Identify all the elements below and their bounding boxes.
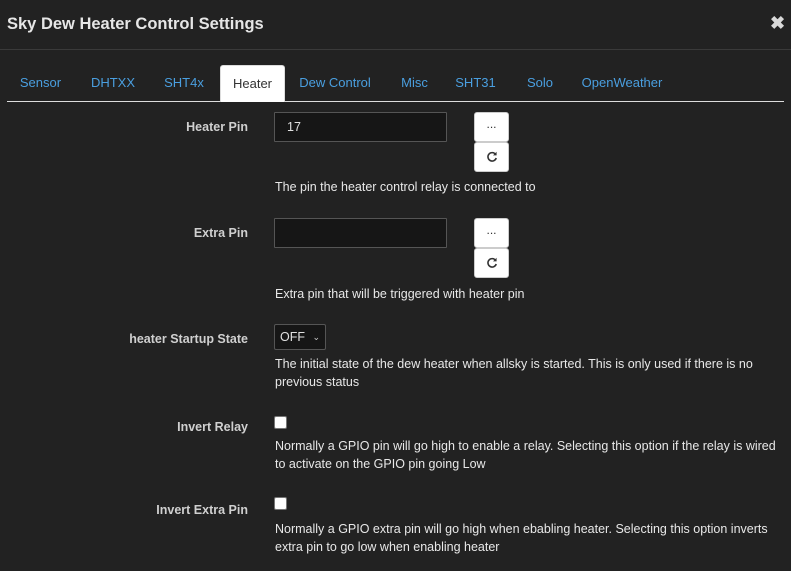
tab-sht31[interactable]: SHT31	[447, 65, 504, 101]
startup-state-value: OFF	[280, 330, 305, 344]
extra-pin-input[interactable]	[274, 218, 447, 248]
startup-state-help-line: previous status	[275, 375, 360, 389]
heater-pin-help: The pin the heater control relay is conn…	[275, 180, 536, 194]
ellipsis-icon: ...	[486, 223, 497, 237]
settings-dialog: Sky Dew Heater Control Settings ✖ Sensor…	[0, 0, 791, 571]
tab-misc[interactable]: Misc	[387, 65, 442, 101]
extra-pin-reset-button[interactable]	[474, 248, 509, 278]
heater-pin-input[interactable]	[274, 112, 447, 142]
invert-extra-pin-label: Invert Extra Pin	[156, 503, 248, 517]
heater-pin-browse-button[interactable]: ...	[474, 112, 509, 142]
extra-pin-browse-button[interactable]: ...	[474, 218, 509, 248]
startup-state-help: The initial state of the dew heater when…	[275, 355, 753, 391]
close-icon[interactable]: ✖	[770, 13, 785, 33]
invert-relay-label: Invert Relay	[177, 420, 248, 434]
invert-extra-pin-help-line: Normally a GPIO extra pin will go high w…	[275, 522, 768, 536]
tab-openweather[interactable]: OpenWeather	[572, 65, 672, 101]
extra-pin-help: Extra pin that will be triggered with he…	[275, 287, 525, 301]
dialog-title: Sky Dew Heater Control Settings	[7, 15, 264, 33]
invert-relay-help: Normally a GPIO pin will go high to enab…	[275, 437, 776, 473]
tab-solo[interactable]: Solo	[515, 65, 565, 101]
startup-state-help-line: The initial state of the dew heater when…	[275, 357, 753, 371]
tab-heater[interactable]: Heater	[220, 65, 285, 102]
dialog-header: Sky Dew Heater Control Settings ✖	[0, 0, 791, 50]
invert-extra-pin-help: Normally a GPIO extra pin will go high w…	[275, 520, 768, 556]
chevron-down-icon: ⌄	[312, 332, 320, 342]
startup-state-select[interactable]: OFF ⌄	[274, 324, 326, 350]
invert-relay-checkbox[interactable]	[274, 416, 287, 429]
heater-pin-label: Heater Pin	[186, 120, 248, 134]
extra-pin-label: Extra Pin	[193, 226, 248, 240]
invert-relay-help-line: to activate on the GPIO pin going Low	[275, 457, 486, 471]
refresh-icon	[486, 257, 497, 268]
tab-dew-control[interactable]: Dew Control	[290, 65, 380, 101]
ellipsis-icon: ...	[486, 117, 497, 131]
invert-extra-pin-checkbox[interactable]	[274, 497, 287, 510]
invert-extra-pin-help-line: extra pin to go low when enabling heater	[275, 540, 500, 554]
tab-sensor[interactable]: Sensor	[7, 65, 74, 101]
invert-relay-help-line: Normally a GPIO pin will go high to enab…	[275, 439, 776, 453]
tab-sht4x[interactable]: SHT4x	[152, 65, 216, 101]
tab-bar: Sensor DHTXX SHT4x Heater Dew Control Mi…	[7, 65, 784, 102]
startup-state-label: heater Startup State	[129, 332, 248, 346]
refresh-icon	[486, 151, 497, 162]
tab-dhtxx[interactable]: DHTXX	[79, 65, 147, 101]
heater-pin-reset-button[interactable]	[474, 142, 509, 172]
